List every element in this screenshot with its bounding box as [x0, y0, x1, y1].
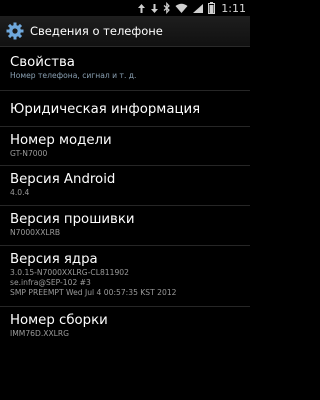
- settings-list: Свойства Номер телефона, сигнал и т. д. …: [0, 47, 250, 400]
- list-item-title: Свойства: [10, 55, 75, 70]
- list-item-model-number: Номер модели GT-N7000: [0, 127, 250, 166]
- list-item-title: Номер сборки: [10, 313, 108, 328]
- list-item-subtitle: 4.0.4: [10, 188, 30, 197]
- status-icons: 1:11: [137, 1, 246, 15]
- list-item-title: Номер модели: [10, 133, 112, 148]
- list-item-legal-info[interactable]: Юридическая информация: [0, 91, 250, 127]
- action-bar: Сведения о телефоне: [0, 16, 250, 47]
- list-item-title: Версия Android: [10, 172, 116, 187]
- status-bar: 1:11: [0, 0, 250, 16]
- bluetooth-icon: [163, 2, 171, 14]
- list-item-properties[interactable]: Свойства Номер телефона, сигнал и т. д.: [0, 47, 250, 91]
- list-item-subtitle-line: SMP PREEMPT Wed Jul 4 00:57:35 KST 2012: [10, 288, 177, 297]
- list-item-title: Версия ядра: [10, 252, 98, 267]
- wifi-icon: [175, 3, 188, 14]
- battery-icon: [208, 2, 216, 14]
- settings-gear-icon[interactable]: [6, 22, 24, 40]
- list-item-baseband-version: Версия прошивки N7000XXLRB: [0, 206, 250, 246]
- list-item-subtitle-line: se.infra@SEP-102 #3: [10, 278, 91, 287]
- list-item-subtitle: GT-N7000: [10, 149, 48, 158]
- list-item-subtitle: IMM76D.XXLRG: [10, 329, 70, 338]
- list-item-android-version[interactable]: Версия Android 4.0.4: [0, 166, 250, 206]
- list-item-build-number[interactable]: Номер сборки IMM76D.XXLRG: [0, 307, 250, 347]
- upload-icon: [137, 3, 146, 14]
- list-item-subtitle: Номер телефона, сигнал и т. д.: [10, 71, 137, 80]
- page-title: Сведения о телефоне: [30, 24, 163, 38]
- list-item-subtitle-line: 3.0.15-N7000XXLRG-CL811902: [10, 268, 129, 277]
- download-icon: [150, 3, 159, 14]
- list-item-title: Версия прошивки: [10, 212, 135, 227]
- status-time: 1:11: [221, 1, 246, 15]
- list-item-kernel-version: Версия ядра 3.0.15-N7000XXLRG-CL811902 s…: [0, 246, 250, 307]
- list-item-title: Юридическая информация: [10, 102, 201, 117]
- list-item-subtitle: N7000XXLRB: [10, 228, 61, 237]
- signal-icon: [192, 3, 204, 14]
